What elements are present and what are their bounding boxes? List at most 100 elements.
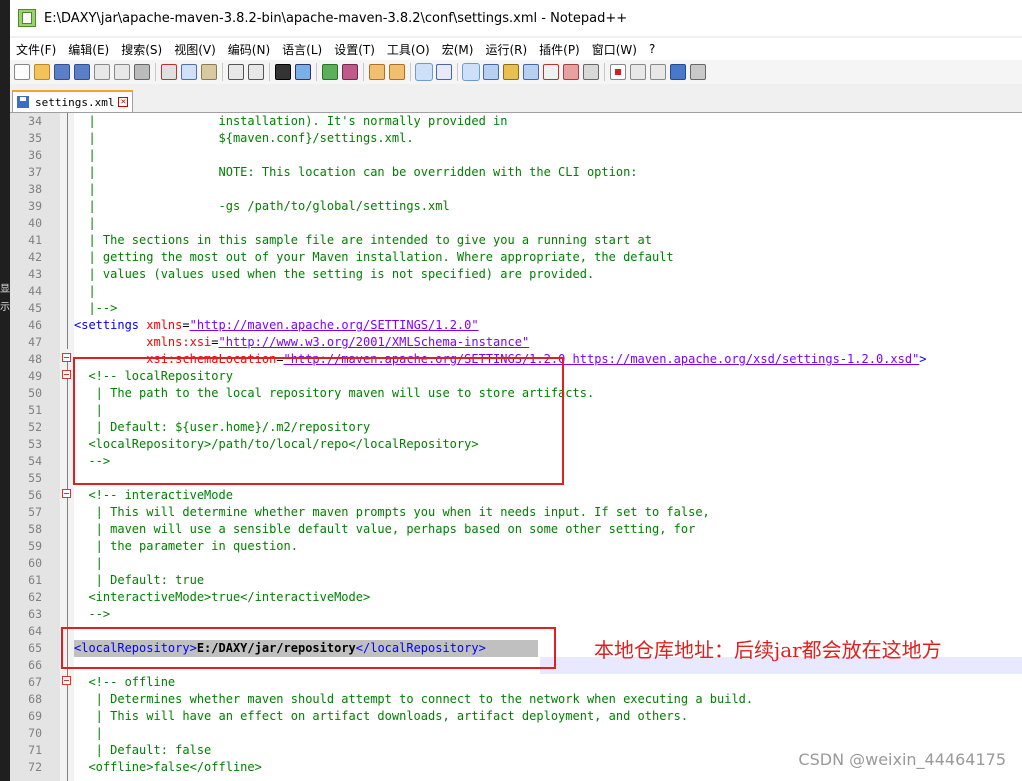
open-file-icon[interactable] [34,64,50,80]
menu-help[interactable]: ? [643,42,661,56]
find-icon[interactable] [275,64,291,80]
code-token: | Default: false [74,743,212,757]
replace-icon[interactable] [295,64,311,80]
code-line[interactable]: 47 xmlns:xsi="http://www.w3.org/2001/XML… [10,334,1022,351]
record-macro-icon[interactable] [610,64,626,80]
code-line[interactable]: 44 | [10,283,1022,300]
function-list-icon[interactable] [523,64,539,80]
line-number: 62 [28,590,42,604]
menu-plugins[interactable]: 插件(P) [533,41,586,58]
menu-view[interactable]: 视图(V) [168,41,222,58]
code-line[interactable]: 38 | [10,181,1022,198]
code-token: = [182,318,190,332]
save-icon[interactable] [54,64,70,80]
paste-icon[interactable] [201,64,217,80]
line-number: 41 [28,233,42,247]
save-all-icon[interactable] [74,64,90,80]
toolbar-separator [363,63,364,81]
tab-label: settings.xml [35,95,115,109]
code-line[interactable]: 46 <settings xmlns="http://maven.apache.o… [10,317,1022,334]
line-number: 56 [28,488,42,502]
menu-language[interactable]: 语言(L) [276,41,328,58]
show-all-characters-icon[interactable] [436,64,452,80]
code-token: "http://maven.apache.org/SETTINGS/1.2.0" [189,318,479,332]
redo-icon[interactable] [248,64,264,80]
folder-as-workspace-icon[interactable] [543,64,559,80]
new-file-icon[interactable] [14,64,30,80]
menu-file[interactable]: 文件(F) [10,41,62,58]
code-line[interactable]: 39 | -gs /path/to/global/settings.xml [10,198,1022,215]
code-token: | ${maven.conf}/settings.xml. [74,131,414,145]
line-number: 60 [28,556,42,570]
code-line[interactable]: 41 | The sections in this sample file ar… [10,232,1022,249]
cut-icon[interactable] [161,64,177,80]
code-line[interactable]: 67 <!-- offline [10,674,1022,691]
menu-search[interactable]: 搜索(S) [115,41,168,58]
eye-icon[interactable] [583,64,599,80]
code-line[interactable]: 68 | Determines whether maven should att… [10,691,1022,708]
toolbar-separator [222,63,223,81]
user-language-icon[interactable] [483,64,499,80]
code-line[interactable]: 34 | installation). It's normally provid… [10,113,1022,130]
undo-icon[interactable] [228,64,244,80]
save-macro-icon[interactable] [690,64,706,80]
left-strip-char-2: 示 [0,302,10,313]
code-line[interactable]: 60 | [10,555,1022,572]
sync-vertical-icon[interactable] [369,64,385,80]
copy-icon[interactable] [181,64,197,80]
zoom-out-icon[interactable] [342,64,358,80]
word-wrap-icon[interactable] [415,63,433,81]
notepad-plus-plus-icon [18,9,36,27]
print-icon[interactable] [134,64,150,80]
toolbar-separator [604,63,605,81]
code-line[interactable]: 61 | Default: true [10,572,1022,589]
code-text: | -gs /path/to/global/settings.xml [74,198,450,215]
menu-encoding[interactable]: 编码(N) [222,41,276,58]
menubar: 文件(F) 编辑(E) 搜索(S) 视图(V) 编码(N) 语言(L) 设置(T… [10,38,1022,60]
code-line[interactable]: 45 |--> [10,300,1022,317]
code-line[interactable]: 58 | maven will use a sensible default v… [10,521,1022,538]
close-tab-icon[interactable]: ✕ [118,97,129,107]
document-map-icon[interactable] [503,64,519,80]
code-line[interactable]: 70 | [10,725,1022,742]
run-macro-multiple-icon[interactable] [670,64,686,80]
sync-horizontal-icon[interactable] [389,64,405,80]
window-titlebar[interactable]: E:\DAXY\jar\apache-maven-3.8.2-bin\apach… [10,0,1022,36]
code-text: | [74,283,95,300]
code-line[interactable]: 62 <interactiveMode>true</interactiveMod… [10,589,1022,606]
line-number: 44 [28,284,42,298]
tab-settings-xml[interactable]: settings.xml ✕ [12,90,134,112]
stop-recording-icon[interactable] [630,64,646,80]
playback-icon[interactable] [650,64,666,80]
menu-window[interactable]: 窗口(W) [586,41,643,58]
zoom-in-icon[interactable] [322,64,338,80]
line-number: 45 [28,301,42,315]
editor-area[interactable]: 34 | installation). It's normally provid… [10,113,1022,781]
indent-guide-icon[interactable] [462,63,480,81]
code-line[interactable]: 56 <!-- interactiveMode [10,487,1022,504]
code-line[interactable]: 57 | This will determine whether maven p… [10,504,1022,521]
menu-run[interactable]: 运行(R) [479,41,533,58]
code-line[interactable]: 37 | NOTE: This location can be overridd… [10,164,1022,181]
code-token: | -gs /path/to/global/settings.xml [74,199,450,213]
code-line[interactable]: 69 | This will have an effect on artifac… [10,708,1022,725]
line-number: 53 [28,437,42,451]
code-line[interactable]: 63 --> [10,606,1022,623]
code-line[interactable]: 36 | [10,147,1022,164]
close-file-icon[interactable] [94,64,110,80]
file-saved-icon [17,96,29,108]
watermark: CSDN @weixin_44464175 [798,750,1006,769]
menu-edit[interactable]: 编辑(E) [62,41,115,58]
menu-tools[interactable]: 工具(O) [381,41,436,58]
code-line[interactable]: 59 | the parameter in question. [10,538,1022,555]
code-line[interactable]: 35 | ${maven.conf}/settings.xml. [10,130,1022,147]
menu-macro[interactable]: 宏(M) [436,41,480,58]
code-token: | values (values used when the setting i… [74,267,595,281]
menu-settings[interactable]: 设置(T) [328,41,381,58]
code-line[interactable]: 43 | values (values used when the settin… [10,266,1022,283]
close-all-icon[interactable] [114,64,130,80]
code-line[interactable]: 40 | [10,215,1022,232]
monitoring-icon[interactable] [563,64,579,80]
code-text: | [74,147,95,164]
code-line[interactable]: 42 | getting the most out of your Maven … [10,249,1022,266]
